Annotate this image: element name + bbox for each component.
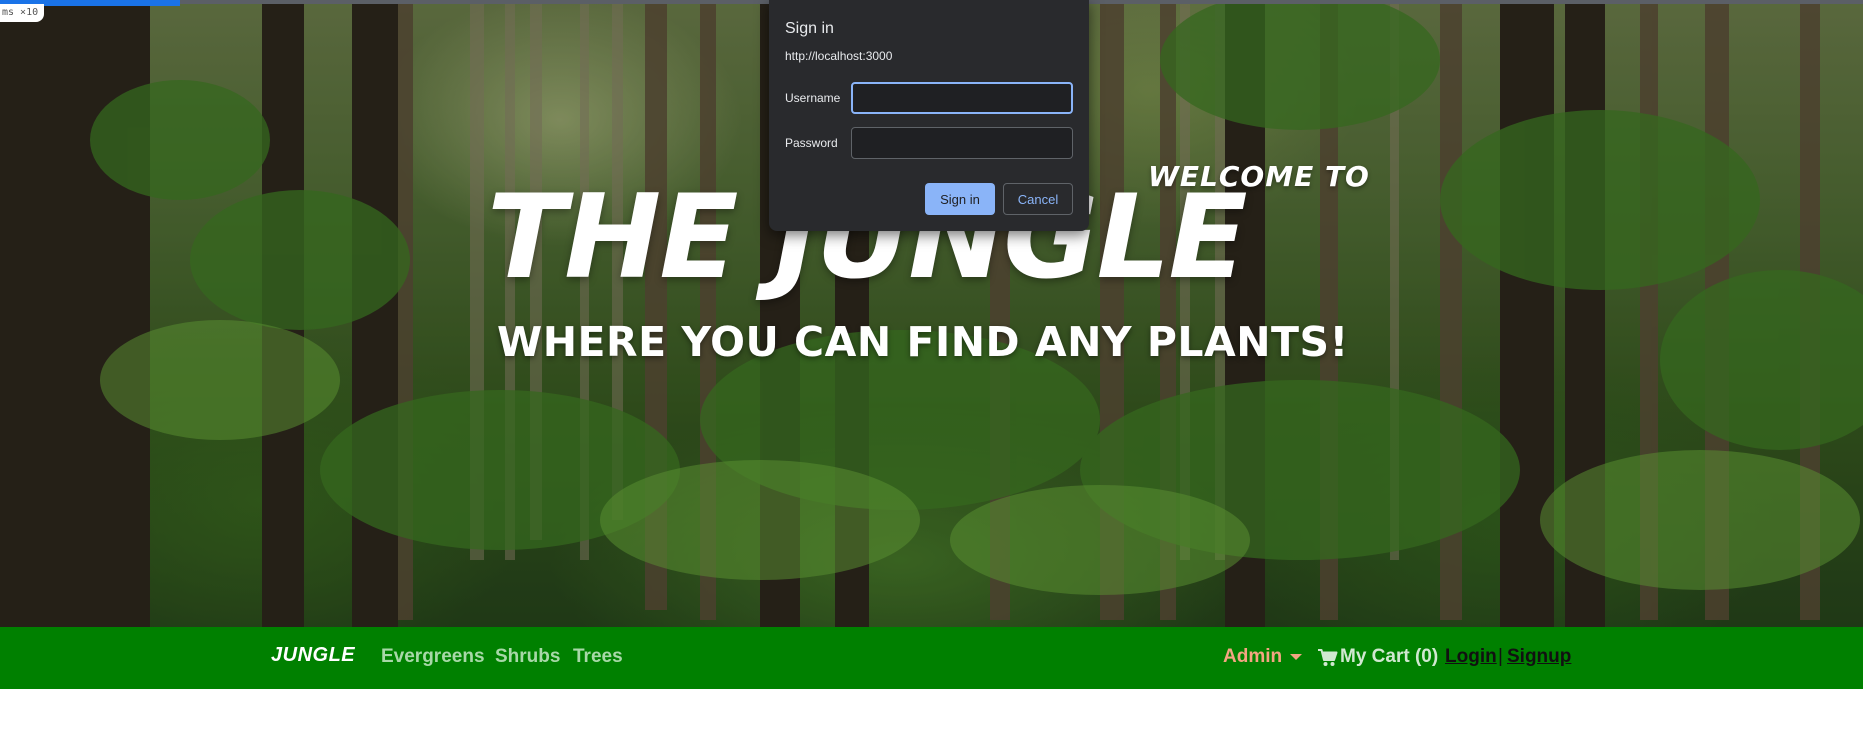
nav-link-trees[interactable]: Trees: [573, 646, 623, 668]
signup-link[interactable]: Signup: [1507, 646, 1571, 668]
sign-in-button[interactable]: Sign in: [925, 183, 995, 215]
shopping-cart-icon[interactable]: [1318, 649, 1338, 667]
admin-dropdown-toggle[interactable]: Admin: [1223, 646, 1282, 668]
nav-separator: |: [1498, 646, 1503, 667]
password-input[interactable]: [851, 127, 1073, 159]
http-auth-dialog: Sign in http://localhost:3000 Username P…: [769, 0, 1089, 231]
nav-link-evergreens[interactable]: Evergreens: [381, 646, 485, 668]
hero-tagline: WHERE YOU CAN FIND ANY PLANTS!: [497, 318, 1349, 366]
cancel-button[interactable]: Cancel: [1003, 183, 1073, 215]
dialog-origin-url: http://localhost:3000: [785, 49, 893, 63]
nav-link-shrubs[interactable]: Shrubs: [495, 646, 560, 668]
dialog-title: Sign in: [785, 20, 834, 37]
main-navbar: JUNGLE Evergreens Shrubs Trees Admin My …: [0, 627, 1863, 689]
password-label: Password: [785, 136, 838, 150]
my-cart-link[interactable]: My Cart (0): [1340, 646, 1438, 668]
fps-meter-badge: ms ×10: [0, 4, 45, 22]
login-link[interactable]: Login: [1445, 646, 1497, 668]
caret-down-icon: [1290, 654, 1302, 660]
brand-logo-link[interactable]: JUNGLE: [271, 644, 355, 667]
username-label: Username: [785, 91, 841, 105]
username-input[interactable]: [851, 82, 1073, 114]
